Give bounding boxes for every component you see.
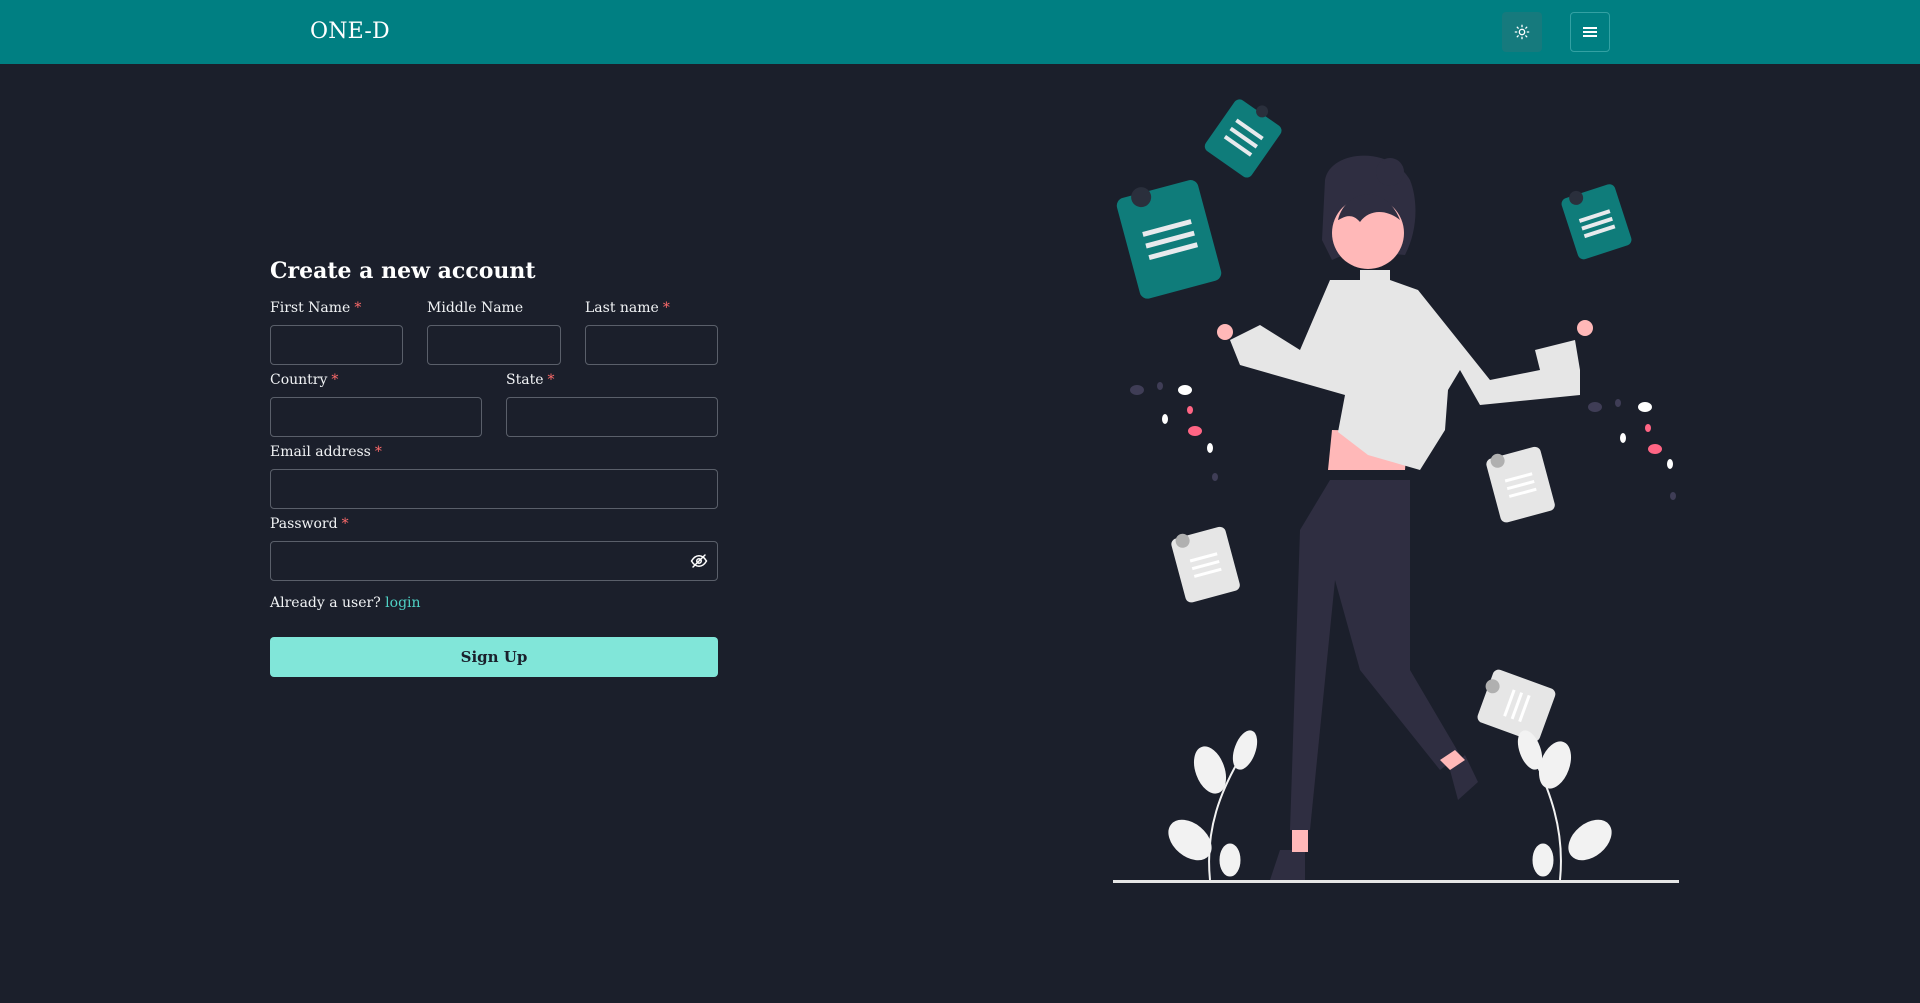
name-row: First Name * Middle Name Last name * [270,297,718,365]
sign-up-button[interactable]: Sign Up [270,637,718,677]
clipboard-illustration [1116,180,1222,299]
login-prompt: Already a user? login [270,595,718,611]
state-label: State * [506,372,555,388]
required-marker: * [374,444,382,460]
required-marker: * [547,372,555,388]
eye-off-icon[interactable] [690,552,708,570]
signup-form: Create a new account First Name * Middle … [270,258,718,677]
last-name-input[interactable] [585,325,718,365]
clipboard-illustration [1204,99,1282,178]
theme-toggle-button[interactable] [1502,12,1542,52]
woman-figure-illustration [1217,155,1593,880]
plant-illustration [1517,730,1612,881]
country-group: Country * [270,369,482,437]
last-name-label: Last name * [585,300,670,316]
clipboard-illustration [1561,184,1632,260]
plant-illustration [1168,730,1258,881]
required-marker: * [662,300,670,316]
note-illustration [1477,669,1556,742]
ground-line-illustration [1113,880,1679,883]
confetti-illustration [1588,399,1676,500]
email-label: Email address * [270,444,382,460]
email-input[interactable] [270,469,718,509]
password-group: Password * [270,513,718,581]
first-name-label: First Name * [270,300,362,316]
middle-name-group: Middle Name [427,297,561,365]
page-title: Create a new account [270,258,536,284]
password-wrapper [270,541,718,581]
last-name-group: Last name * [585,297,718,365]
first-name-input[interactable] [270,325,403,365]
state-group: State * [506,369,718,437]
email-group: Email address * [270,441,718,509]
note-illustration [1171,526,1240,603]
login-link[interactable]: login [385,595,420,611]
country-input[interactable] [270,397,482,437]
password-label: Password * [270,516,349,532]
sun-icon [1514,24,1530,40]
woman-juggling-documents-illustration [1113,99,1679,883]
confetti-illustration [1130,382,1218,481]
menu-button[interactable] [1570,12,1610,52]
top-navbar: ONE-D [0,0,1920,64]
required-marker: * [341,516,349,532]
state-input[interactable] [506,397,718,437]
middle-name-label: Middle Name [427,300,524,316]
required-marker: * [354,300,362,316]
required-marker: * [331,372,339,388]
first-name-group: First Name * [270,297,403,365]
already-user-text: Already a user? [270,595,381,611]
note-illustration [1486,446,1555,523]
password-input[interactable] [270,541,718,581]
location-row: Country * State * [270,369,718,437]
middle-name-input[interactable] [427,325,561,365]
brand-logo[interactable]: ONE-D [310,19,390,44]
hamburger-icon [1583,27,1597,37]
country-label: Country * [270,372,339,388]
